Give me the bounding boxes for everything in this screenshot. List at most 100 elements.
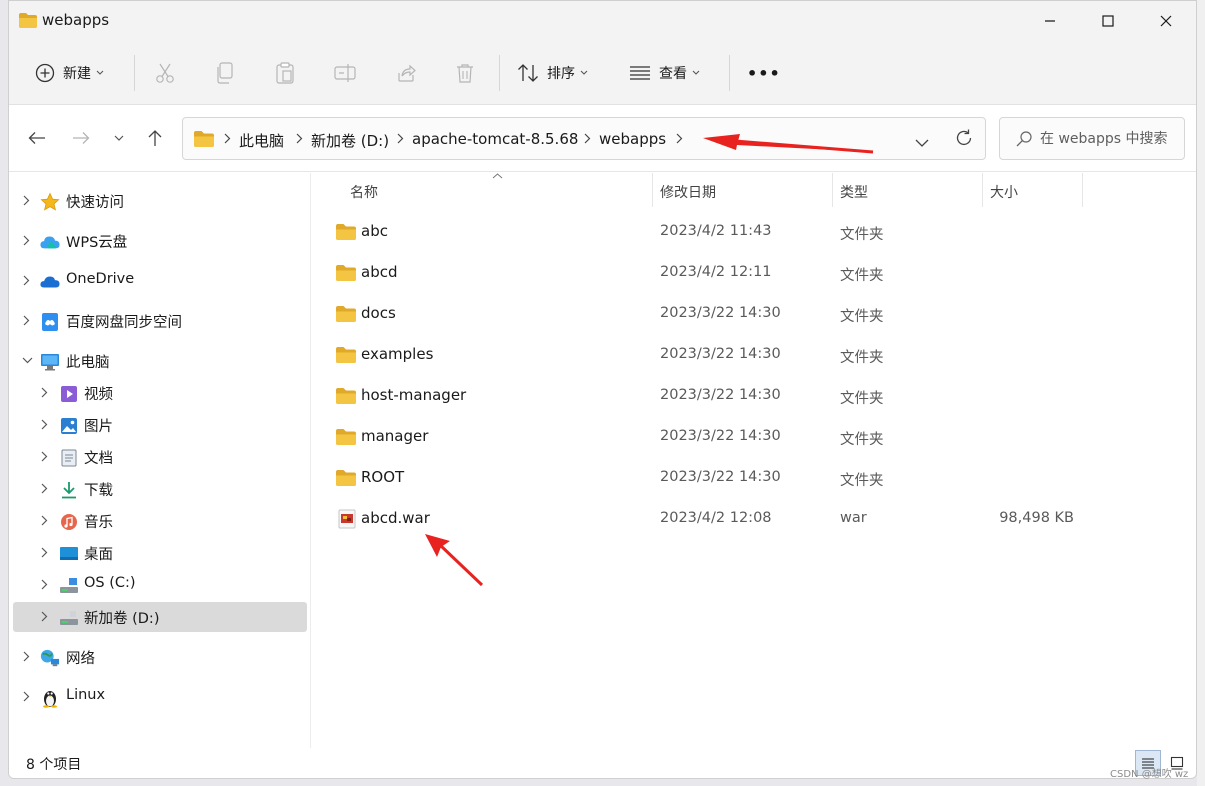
file-name: docs — [361, 304, 396, 322]
chevron-down-icon — [580, 70, 588, 75]
sort-label: 排序 — [547, 66, 575, 82]
chevron-down-icon[interactable] — [22, 357, 33, 364]
chevron-right-icon[interactable] — [41, 483, 48, 494]
close-icon — [1160, 15, 1172, 27]
chevron-right-icon — [397, 133, 404, 144]
maximize-button[interactable] — [1079, 1, 1137, 41]
baidu-netdisk-icon — [40, 312, 60, 332]
breadcrumb-webapps[interactable]: webapps — [599, 130, 666, 148]
file-row[interactable]: abcd 2023/4/2 12:11 文件夹 — [312, 253, 1172, 294]
minimize-button[interactable] — [1021, 1, 1079, 41]
nav-item-this-pc[interactable]: 此电脑 — [13, 346, 307, 376]
nav-item-music[interactable]: 音乐 — [13, 506, 307, 536]
file-row[interactable]: docs 2023/3/22 14:30 文件夹 — [312, 294, 1172, 335]
folder-icon — [336, 224, 356, 244]
chevron-right-icon[interactable] — [23, 235, 30, 246]
breadcrumb-this-pc[interactable]: 此电脑 — [239, 130, 284, 151]
nav-item-drive-c[interactable]: OS (C:) — [13, 570, 307, 600]
drive-icon — [59, 576, 79, 596]
chevron-right-icon[interactable] — [41, 547, 48, 558]
chevron-right-icon[interactable] — [23, 691, 30, 702]
address-bar[interactable]: 此电脑 新加卷 (D:) apache-tomcat-8.5.68 webapp… — [182, 117, 986, 160]
file-row[interactable]: manager 2023/3/22 14:30 文件夹 — [312, 417, 1172, 458]
column-divider[interactable] — [832, 173, 833, 207]
chevron-down-icon — [96, 70, 104, 75]
file-type: 文件夹 — [840, 268, 884, 284]
nav-item-drive-d[interactable]: 新加卷 (D:) — [13, 602, 307, 632]
nav-item-videos[interactable]: 视频 — [13, 378, 307, 408]
cut-button[interactable] — [155, 53, 175, 93]
nav-item-downloads[interactable]: 下载 — [13, 474, 307, 504]
rename-button[interactable] — [334, 53, 356, 93]
file-row[interactable]: ROOT 2023/3/22 14:30 文件夹 — [312, 458, 1172, 499]
search-input[interactable] — [1040, 128, 1182, 150]
war-file-icon — [338, 509, 356, 533]
file-name: ROOT — [361, 468, 405, 486]
chevron-right-icon[interactable] — [41, 419, 48, 430]
column-header-date[interactable]: 修改日期 — [660, 182, 716, 202]
chevron-right-icon[interactable] — [41, 387, 48, 398]
drive-icon — [59, 608, 79, 628]
star-icon — [40, 192, 60, 212]
chevron-right-icon[interactable] — [41, 579, 48, 590]
column-divider[interactable] — [982, 173, 983, 207]
chevron-right-icon[interactable] — [23, 651, 30, 662]
back-button[interactable] — [23, 124, 51, 152]
address-history-dropdown[interactable] — [915, 135, 929, 151]
download-icon — [59, 480, 79, 500]
chevron-right-icon[interactable] — [41, 611, 48, 622]
chevron-down-icon — [114, 135, 124, 141]
folder-icon — [336, 470, 356, 490]
column-header-size[interactable]: 大小 — [990, 182, 1018, 202]
chevron-right-icon[interactable] — [23, 315, 30, 326]
delete-button[interactable] — [456, 53, 474, 93]
chevron-right-icon[interactable] — [23, 195, 30, 206]
close-button[interactable] — [1137, 1, 1195, 41]
chevron-right-icon[interactable] — [41, 515, 48, 526]
file-date: 2023/3/22 14:30 — [660, 346, 781, 362]
nav-item-wps-cloud[interactable]: WPS云盘 — [13, 226, 307, 256]
paste-button[interactable] — [275, 53, 295, 93]
nav-item-desktop[interactable]: 桌面 — [13, 538, 307, 568]
file-row[interactable]: abc 2023/4/2 11:43 文件夹 — [312, 212, 1172, 253]
breadcrumb-tomcat[interactable]: apache-tomcat-8.5.68 — [412, 130, 578, 148]
column-header-name[interactable]: 名称 — [350, 182, 378, 202]
more-options-button[interactable]: ••• — [747, 53, 781, 93]
chevron-right-icon[interactable] — [41, 451, 48, 462]
column-header-type[interactable]: 类型 — [840, 182, 868, 202]
nav-item-network[interactable]: 网络 — [13, 642, 307, 672]
view-button[interactable]: 查看 — [629, 53, 700, 93]
forward-button[interactable] — [67, 124, 95, 152]
chevron-right-icon[interactable] — [23, 275, 30, 286]
nav-item-baidu-netdisk[interactable]: 百度网盘同步空间 — [13, 306, 307, 336]
sort-button[interactable]: 排序 — [517, 53, 588, 93]
file-row[interactable]: examples 2023/3/22 14:30 文件夹 — [312, 335, 1172, 376]
nav-item-onedrive[interactable]: OneDrive — [13, 266, 307, 296]
search-box[interactable] — [999, 117, 1185, 160]
column-divider[interactable] — [652, 173, 653, 207]
share-button[interactable] — [396, 53, 416, 93]
copy-button[interactable] — [216, 53, 234, 93]
recent-locations-button[interactable] — [105, 124, 133, 152]
file-row[interactable]: abcd.war 2023/4/2 12:08 war 98,498 KB — [312, 499, 1172, 540]
nav-item-quick-access[interactable]: 快速访问 — [13, 186, 307, 216]
file-name: examples — [361, 345, 434, 363]
toolbar-divider — [729, 55, 730, 91]
window-title: webapps — [42, 11, 110, 29]
file-row[interactable]: host-manager 2023/3/22 14:30 文件夹 — [312, 376, 1172, 417]
nav-item-documents[interactable]: 文档 — [13, 442, 307, 472]
rename-icon — [334, 64, 356, 82]
refresh-button[interactable] — [955, 129, 973, 151]
breadcrumb-drive-d[interactable]: 新加卷 (D:) — [311, 130, 389, 151]
nav-item-linux[interactable]: Linux — [13, 682, 307, 712]
nav-item-pictures[interactable]: 图片 — [13, 410, 307, 440]
up-button[interactable] — [141, 124, 169, 152]
minimize-icon — [1045, 20, 1055, 22]
command-bar: 新建 排序 查看 ••• — [9, 41, 1196, 105]
new-button[interactable]: 新建 — [35, 53, 104, 93]
wps-cloud-icon — [40, 232, 60, 252]
file-name: abc — [361, 222, 388, 240]
watermark: CSDN @想吹 wz — [1110, 769, 1189, 780]
folder-icon — [19, 13, 37, 32]
column-divider[interactable] — [1082, 173, 1083, 207]
